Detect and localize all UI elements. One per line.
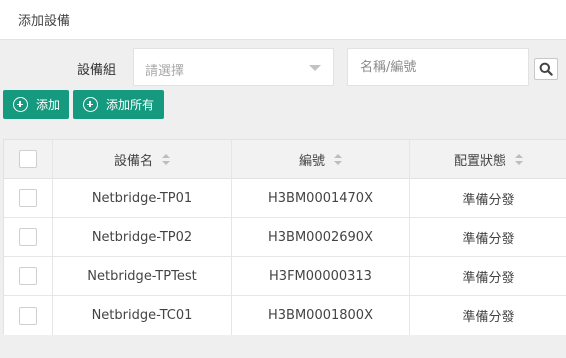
column-header-code[interactable]: 編號 <box>232 140 410 178</box>
device-name-cell: Netbridge-TP01 <box>53 179 232 217</box>
row-select-cell <box>4 179 53 217</box>
search-input[interactable] <box>347 48 529 86</box>
row-checkbox[interactable] <box>19 228 37 246</box>
table-header: 設備名 編號 配置狀態 <box>4 140 566 179</box>
add-button-label: 添加 <box>36 98 61 112</box>
sort-arrows-icon[interactable] <box>162 153 170 165</box>
device-code-cell: H3BM0002690X <box>232 218 410 256</box>
dialog-header: 添加設備 <box>0 0 566 40</box>
column-header-name[interactable]: 設備名 <box>53 140 232 178</box>
table-row[interactable]: Netbridge-TC01 H3BM0001800X 準備分發 <box>4 296 566 335</box>
column-header-label: 編號 <box>298 153 325 169</box>
config-status-cell: 準備分發 <box>462 192 515 208</box>
row-select-cell <box>4 257 53 295</box>
device-group-label: 設備組 <box>77 63 117 78</box>
caret-down-icon <box>309 65 321 71</box>
config-status-cell: 準備分發 <box>462 310 515 325</box>
device-code-cell: H3BM0001470X <box>232 179 410 217</box>
row-select-cell <box>4 296 53 335</box>
row-checkbox[interactable] <box>19 306 37 325</box>
device-name-cell: Netbridge-TPTest <box>53 257 232 295</box>
column-header-label: 設備名 <box>113 153 153 169</box>
device-name-cell: Netbridge-TP02 <box>53 218 232 256</box>
dialog-title: 添加設備 <box>18 14 71 29</box>
config-status-cell: 準備分發 <box>462 231 515 247</box>
device-code-cell: H3FM00000313 <box>232 257 410 295</box>
plus-circle-icon <box>83 97 98 112</box>
add-all-button[interactable]: 添加所有 <box>73 90 164 119</box>
add-all-button-label: 添加所有 <box>106 98 155 112</box>
device-group-placeholder: 請選擇 <box>145 64 185 79</box>
magnifier-icon <box>539 62 553 76</box>
row-select-cell <box>4 218 53 256</box>
sort-arrows-icon[interactable] <box>334 153 342 165</box>
plus-circle-icon <box>13 97 28 112</box>
table-row[interactable]: Netbridge-TPTest H3FM00000313 準備分發 <box>4 257 566 296</box>
search-button[interactable] <box>534 58 558 80</box>
add-button[interactable]: 添加 <box>3 90 69 119</box>
select-all-checkbox[interactable] <box>19 150 37 168</box>
device-code-cell: H3BM0001800X <box>232 296 410 335</box>
device-name-cell: Netbridge-TC01 <box>53 296 232 335</box>
config-status-cell: 準備分發 <box>462 270 515 286</box>
select-all-cell <box>4 140 53 178</box>
sort-arrows-icon[interactable] <box>515 153 523 165</box>
row-checkbox[interactable] <box>19 189 37 207</box>
table-row[interactable]: Netbridge-TP02 H3BM0002690X 準備分發 <box>4 218 566 257</box>
device-table: 設備名 編號 配置狀態 Netbridge-TP01 H3BM0001470X … <box>3 139 566 335</box>
column-header-status[interactable]: 配置狀態 <box>410 140 566 178</box>
device-group-select[interactable]: 請選擇 <box>133 48 334 86</box>
row-checkbox[interactable] <box>19 267 37 285</box>
table-row[interactable]: Netbridge-TP01 H3BM0001470X 準備分發 <box>4 179 566 218</box>
column-header-label: 配置狀態 <box>453 153 506 169</box>
